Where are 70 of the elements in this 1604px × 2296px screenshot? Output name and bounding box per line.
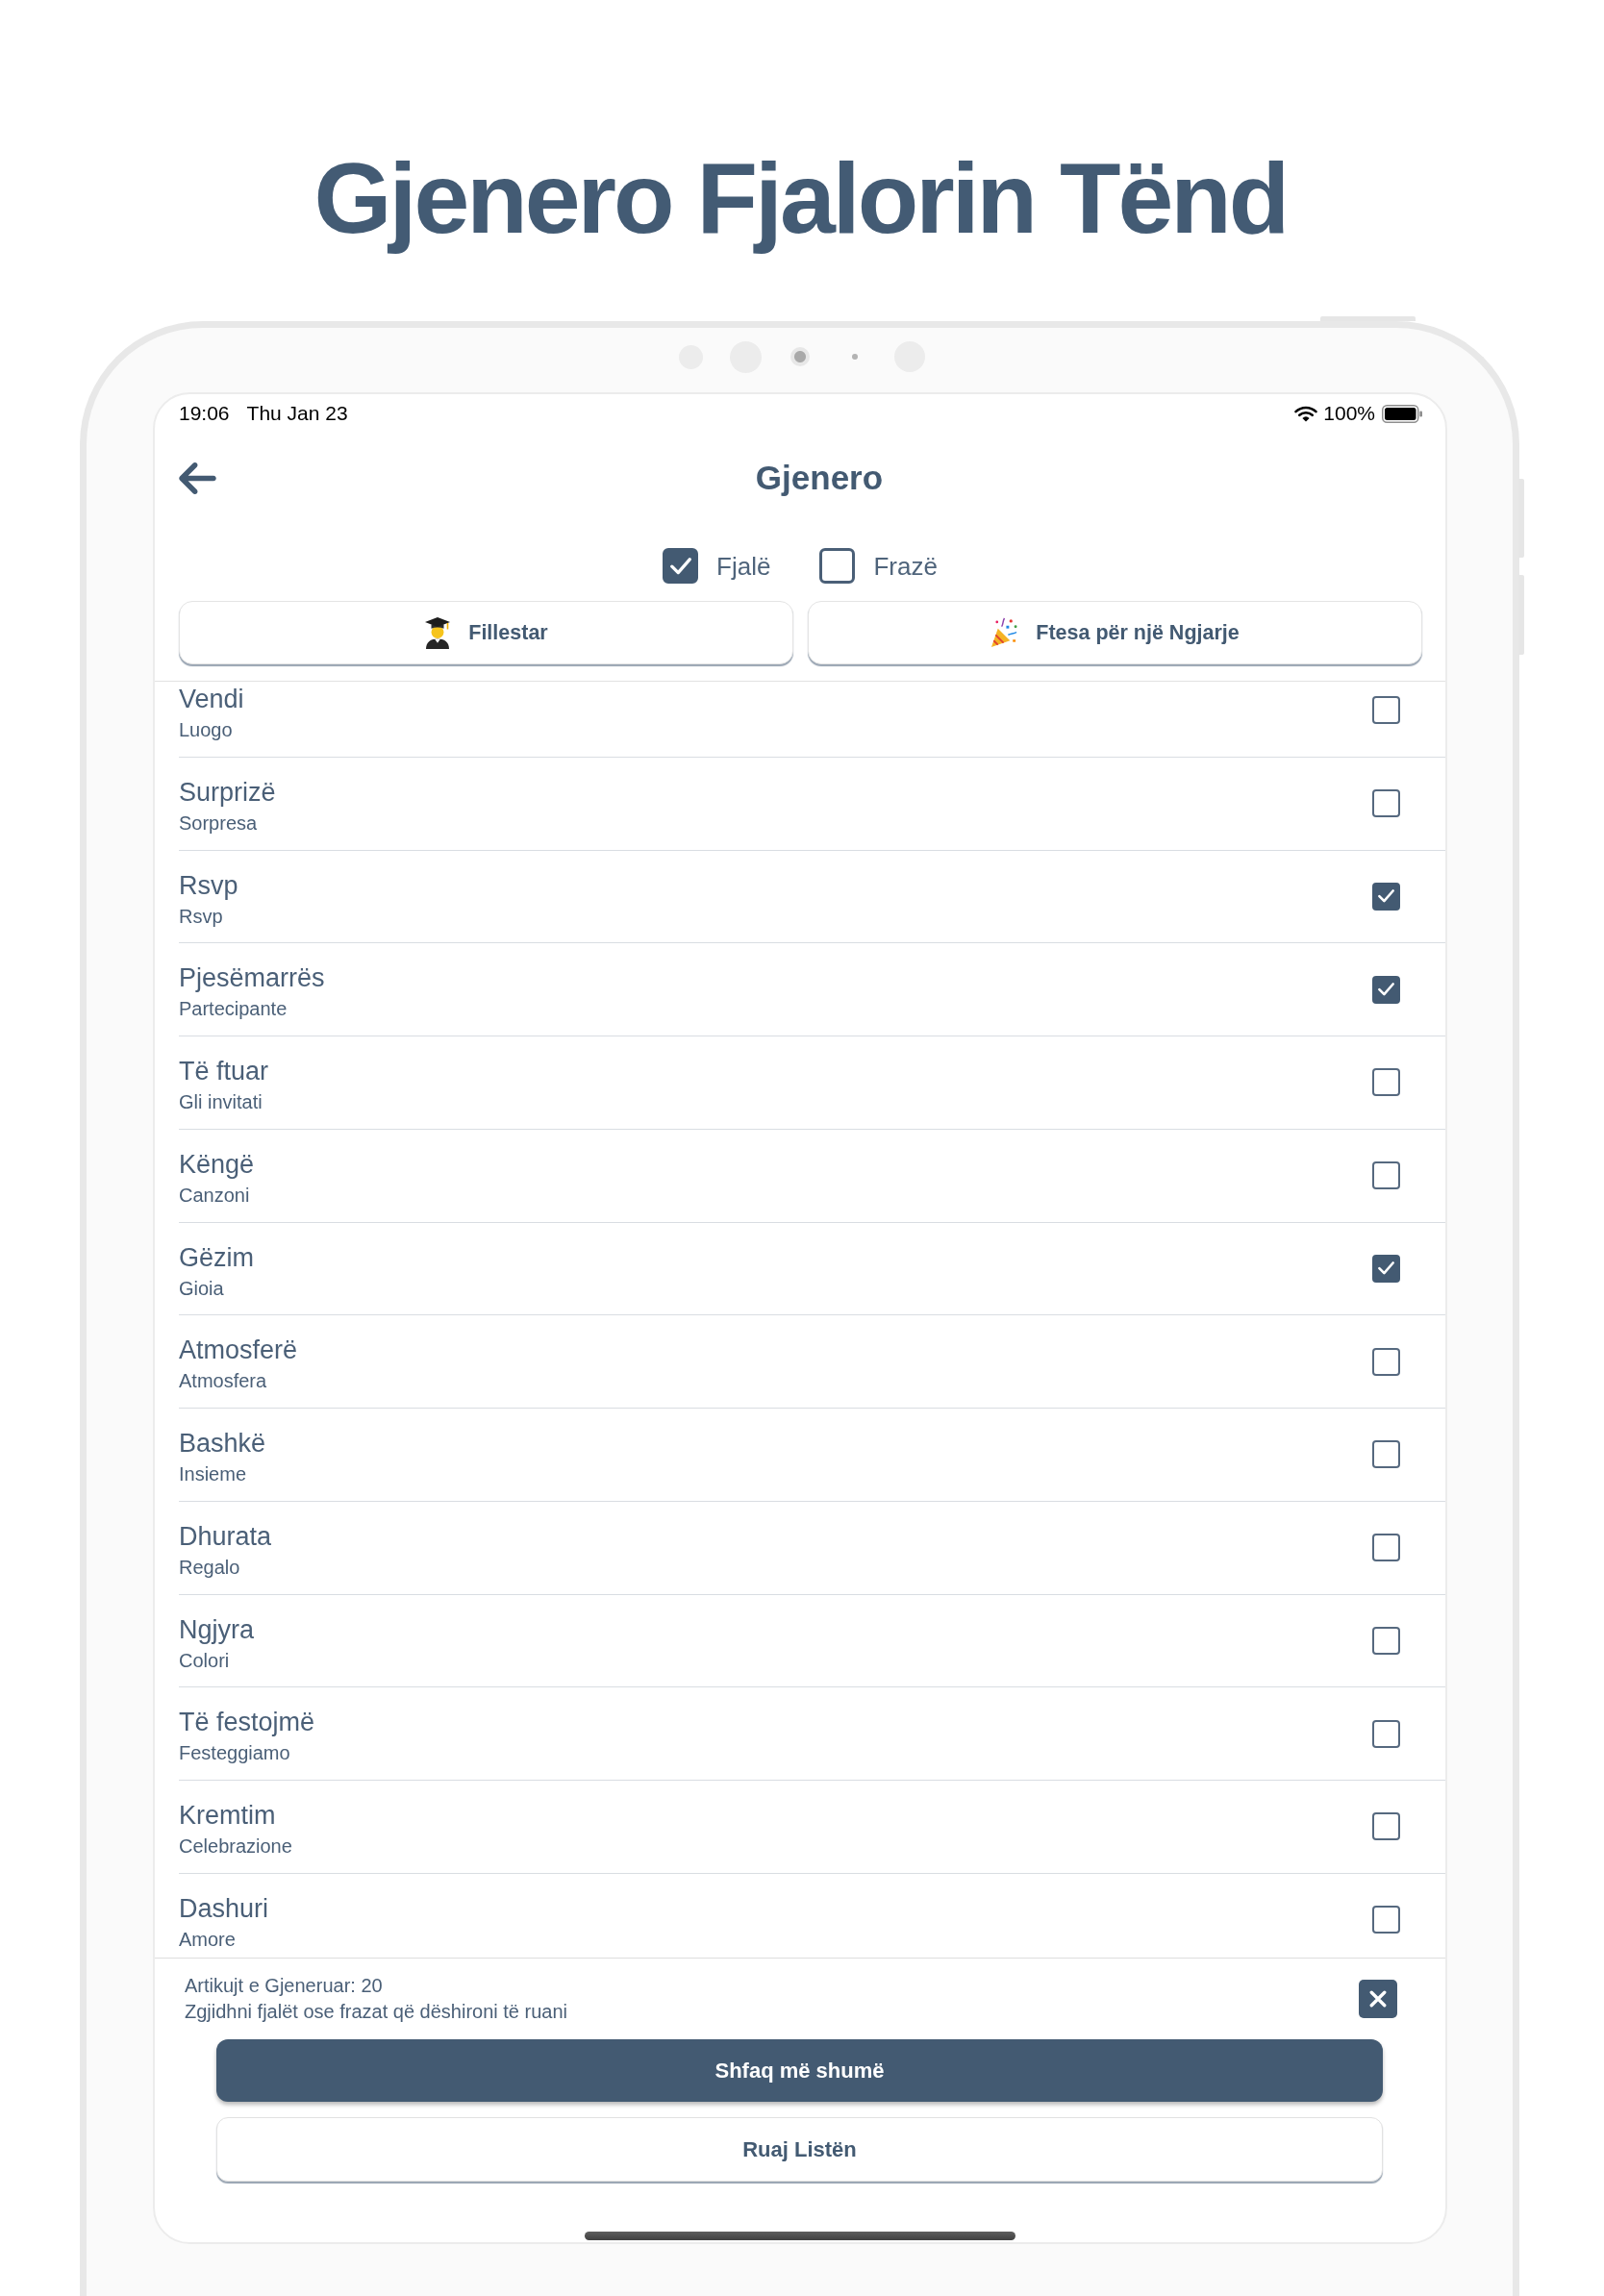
translation-text: Amore [179, 1927, 236, 1951]
word-text: Vendi [179, 684, 244, 714]
checkmark-icon [1378, 889, 1394, 904]
checkbox[interactable] [1372, 882, 1400, 911]
checkmark-icon [1378, 983, 1394, 997]
checkbox[interactable] [1372, 1906, 1400, 1934]
checkbox[interactable] [1372, 1347, 1400, 1376]
checkbox[interactable] [1372, 1254, 1400, 1283]
student-icon [424, 616, 452, 649]
word-text: Ngjyra [179, 1613, 255, 1645]
checkbox[interactable] [1372, 1440, 1400, 1469]
checkbox[interactable] [1372, 696, 1400, 725]
word-text: Kremtim [179, 1800, 276, 1831]
word-text: Pjesëmarrës [179, 962, 325, 994]
translation-text: Luogo [179, 718, 233, 741]
translation-text: Insieme [179, 1462, 247, 1485]
checkbox[interactable] [1372, 1626, 1400, 1655]
checkbox[interactable] [1372, 1534, 1400, 1562]
battery-percent: 100% [1323, 402, 1375, 425]
translation-text: Gli invitati [179, 1090, 263, 1113]
back-arrow-icon[interactable] [179, 462, 216, 494]
word-text: Surprizë [179, 776, 276, 808]
translation-text: Atmosfera [179, 1369, 267, 1393]
screen-title: Gjenero [755, 458, 884, 498]
category-button[interactable]: Fillestar [179, 601, 793, 664]
checkbox[interactable] [1372, 1719, 1400, 1748]
checkbox[interactable] [1372, 1812, 1400, 1841]
checkmark-icon [669, 557, 691, 575]
translation-text: Regalo [179, 1555, 240, 1579]
checkmark-icon [1378, 1261, 1394, 1276]
word-text: Të festojmë [179, 1707, 315, 1738]
word-text: Rsvp [179, 869, 238, 901]
checkbox[interactable] [1372, 1161, 1400, 1190]
show-more-button[interactable]: Shfaq më shumë [216, 2039, 1383, 2102]
checkbox[interactable] [1372, 1068, 1400, 1097]
word-text: Bashkë [179, 1428, 266, 1459]
word-text: Të ftuar [179, 1056, 269, 1086]
instruction-text: Zgjidhni fjalët ose frazat që dëshironi të ruani [185, 2000, 567, 2024]
translation-text: Gioia [179, 1276, 224, 1300]
checkbox-label[interactable]: Fjalë [716, 550, 771, 582]
party-popper-icon [990, 617, 1019, 648]
battery-icon [1382, 404, 1422, 423]
checkbox[interactable] [819, 548, 856, 584]
translation-text: Canzoni [179, 1183, 250, 1207]
translation-text: Celebrazione [179, 1834, 292, 1858]
translation-text: Sorpresa [179, 811, 258, 835]
translation-text: Partecipante [179, 997, 288, 1021]
checkbox[interactable] [1372, 975, 1400, 1004]
status-date: Thu Jan 23 [246, 402, 348, 425]
word-text: Dhurata [179, 1520, 272, 1552]
save-list-button[interactable]: Ruaj Listën [216, 2117, 1383, 2182]
checkbox-label[interactable]: Frazë [873, 550, 938, 582]
sensor-icon [852, 354, 858, 360]
translation-text: Colori [179, 1648, 230, 1672]
wifi-icon [1294, 405, 1318, 422]
word-text: Dashuri [179, 1892, 269, 1924]
generated-count-text: Artikujt e Gjeneruar: 20 [185, 1974, 383, 1998]
word-text: Atmosferë [179, 1335, 298, 1366]
page-heading: Gjenero Fjalorin Tënd [313, 141, 1289, 256]
status-time: 19:06 [179, 402, 230, 425]
camera-lens-icon [790, 347, 810, 366]
word-text: Gëzim [179, 1241, 254, 1273]
word-text: Këngë [179, 1148, 255, 1180]
checkbox[interactable] [1372, 789, 1400, 818]
translation-text: Festeggiamo [179, 1741, 290, 1765]
close-icon [1369, 1990, 1387, 2008]
translation-text: Rsvp [179, 904, 223, 928]
category-button[interactable]: Ftesa për një Ngjarje [808, 601, 1422, 664]
checkbox[interactable] [663, 548, 699, 584]
close-button[interactable] [1359, 1980, 1397, 2018]
